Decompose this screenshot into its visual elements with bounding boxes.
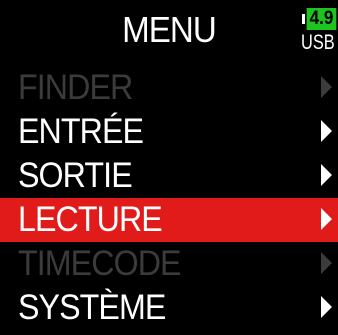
menu-item-timecode[interactable]: TIMECODE: [0, 242, 338, 286]
page-title: MENU: [122, 9, 217, 50]
chevron-right-icon: [321, 208, 332, 230]
chevron-right-icon: [321, 76, 332, 98]
battery-indicator: 4.9: [302, 8, 338, 30]
chevron-right-icon: [321, 252, 332, 274]
menu-item-label: ENTRÉE: [18, 112, 144, 151]
menu-item-label: TIMECODE: [18, 244, 182, 283]
power-source-label: USB: [301, 31, 335, 54]
menu-item-label: SYSTÈME: [18, 288, 166, 327]
menu-item-label: FINDER: [18, 68, 133, 107]
menu-item-label: SORTIE: [18, 156, 133, 195]
menu-item-lecture[interactable]: LECTURE: [0, 198, 338, 242]
menu-item-systeme[interactable]: SYSTÈME: [0, 286, 338, 330]
menu-item-entree[interactable]: ENTRÉE: [0, 110, 338, 154]
menu-item-label: LECTURE: [18, 200, 163, 239]
device-screen: MENU 4.9 USB FINDER ENTRÉE SORTIE LECTUR…: [0, 0, 338, 335]
chevron-right-icon: [321, 120, 332, 142]
battery-level: 4.9: [306, 8, 337, 30]
chevron-right-icon: [321, 296, 332, 318]
menu-item-sortie[interactable]: SORTIE: [0, 154, 338, 198]
header: MENU 4.9 USB: [0, 0, 338, 66]
chevron-right-icon: [321, 164, 332, 186]
menu-item-finder[interactable]: FINDER: [0, 66, 338, 110]
battery-icon: [302, 14, 305, 24]
